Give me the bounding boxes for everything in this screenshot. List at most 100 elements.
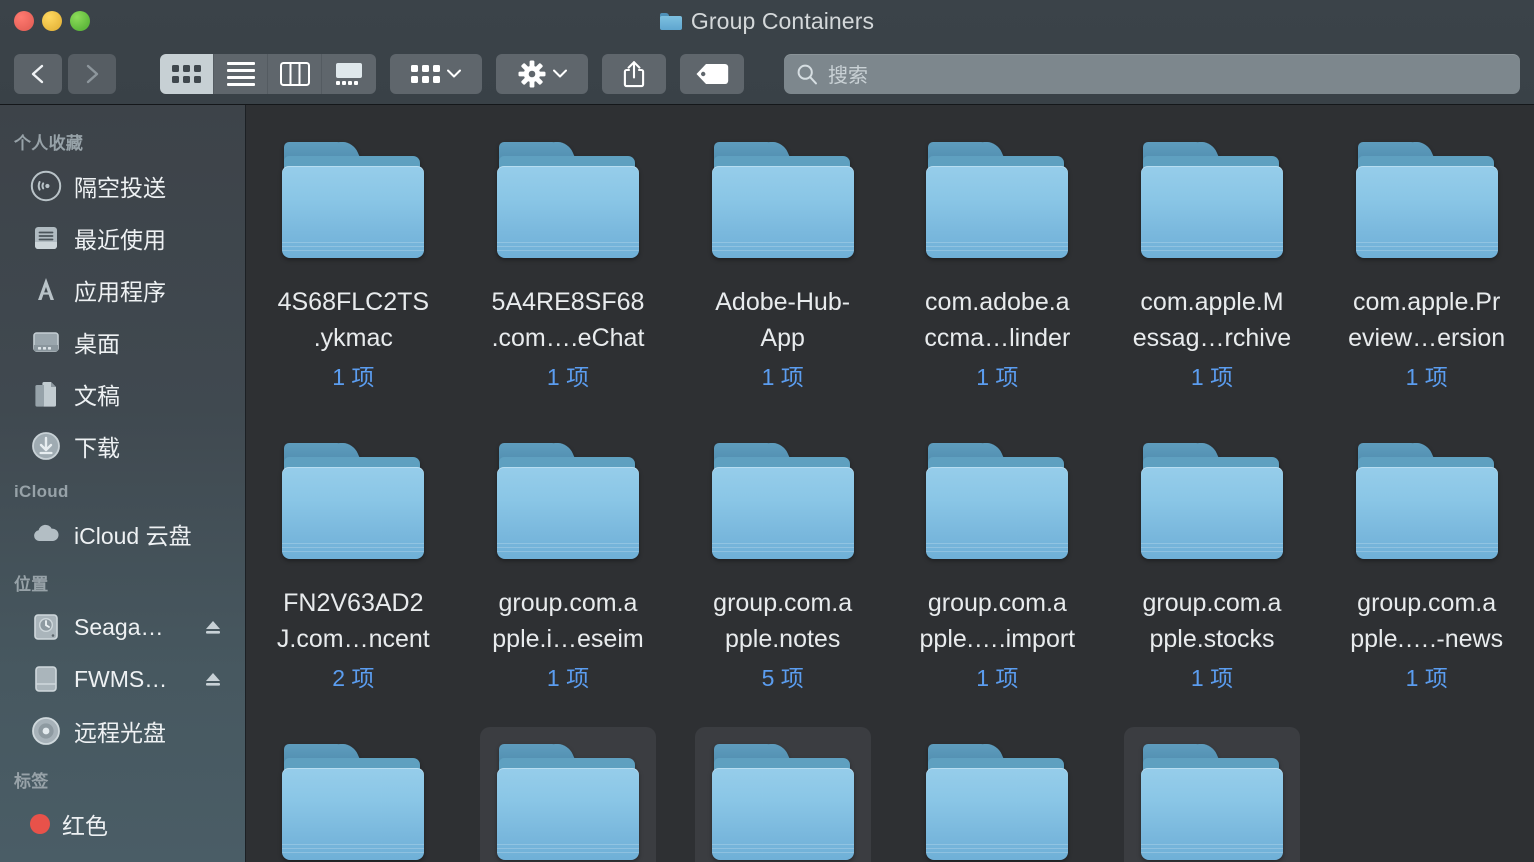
folder-item[interactable]: FN2V63AD2 J.com…ncent 2 项 — [246, 424, 461, 725]
folder-name[interactable]: group.com.a pple.stocks — [1138, 585, 1287, 657]
icon-view-button[interactable] — [160, 53, 214, 94]
folder-item-count: 1 项 — [332, 364, 375, 390]
sidebar-section-tags-title: 标签 — [14, 772, 49, 791]
folder-icon[interactable] — [694, 727, 871, 862]
folder-icon[interactable] — [695, 426, 871, 580]
folder-name[interactable]: 4S68FLC2TS .ykmac — [273, 284, 434, 356]
folder-name-line: group.com.a — [498, 589, 638, 617]
folder-item[interactable]: group.com.apple.V…hared1 项 — [246, 725, 461, 862]
folder-icon[interactable] — [480, 125, 656, 279]
folder-name-line: group.com.a — [1357, 589, 1497, 617]
gear-icon — [518, 60, 545, 87]
back-button[interactable] — [14, 53, 62, 94]
folder-name[interactable]: com.adobe.a ccma…linder — [919, 284, 1075, 356]
folder-name[interactable]: com.apple.Pr eview…ersion — [1343, 284, 1510, 356]
sidebar-item-fwms-drive[interactable]: FWMS… — [0, 653, 245, 705]
folder-item[interactable]: UBF8T346G9.Offi…ration1 项 — [890, 725, 1105, 862]
folder-icon[interactable] — [909, 125, 1085, 279]
folder-labels: Adobe-Hub- App 1 项 — [675, 284, 890, 392]
external-drive-icon — [34, 614, 58, 640]
folder-item[interactable]: group.com.a pple.….-news 1 项 — [1319, 424, 1534, 725]
folder-name-line: essag…rchive — [1132, 324, 1292, 352]
folder-name[interactable]: com.apple.M essag…rchive — [1128, 284, 1296, 356]
folder-name[interactable]: Adobe-Hub- App — [710, 284, 855, 356]
hard-drive-icon — [35, 666, 57, 692]
sidebar-section-icloud-title: iCloud — [14, 482, 69, 501]
folder-icon[interactable] — [909, 727, 1085, 862]
share-button[interactable] — [602, 53, 666, 94]
folder-name-line: pple.….-news — [1350, 625, 1504, 653]
sidebar-item-documents[interactable]: 文稿 — [0, 368, 245, 420]
folder-name[interactable]: group.com.a pple.….-news — [1345, 585, 1508, 657]
window-body: 个人收藏 隔空投送 最近使用 应用程序 桌面 文稿 下载 iCloud iClo… — [0, 105, 1534, 862]
folder-icon[interactable] — [1123, 727, 1300, 862]
folder-name-line: group.com.a — [927, 589, 1067, 617]
folder-icon[interactable] — [1124, 426, 1300, 580]
folder-icon[interactable] — [695, 125, 871, 279]
folder-icon[interactable] — [265, 426, 441, 580]
sidebar-item-seagate-drive[interactable]: Seaga… — [0, 601, 245, 653]
folder-item[interactable]: 5A4RE8SF68 .com….eChat 1 项 — [461, 123, 676, 424]
folder-item[interactable]: group.com.a pple.stocks 1 项 — [1105, 424, 1320, 725]
folder-item[interactable]: group.com.a pple.i…eseim 1 项 — [461, 424, 676, 725]
folder-item[interactable]: UBF8T346G9.Office9 项 — [675, 725, 890, 862]
folder-name[interactable]: group.com.a pple.i…eseim — [487, 585, 648, 657]
folder-item[interactable]: com.apple.M essag…rchive 1 项 — [1105, 123, 1320, 424]
search-field[interactable]: 搜索 — [784, 53, 1520, 94]
sidebar-item-airdrop[interactable]: 隔空投送 — [0, 160, 245, 212]
zoom-button[interactable] — [70, 11, 90, 31]
folder-icon[interactable] — [265, 125, 441, 279]
sidebar-item-label: 应用程序 — [74, 279, 166, 305]
sidebar-item-recents[interactable]: 最近使用 — [0, 212, 245, 264]
documents-icon — [35, 382, 56, 407]
folder-item[interactable]: 4S68FLC2TS .ykmac 1 项 — [246, 123, 461, 424]
sidebar-item-remote-disc[interactable]: 远程光盘 — [0, 705, 245, 757]
folder-labels: 4S68FLC2TS .ykmac 1 项 — [246, 284, 461, 392]
red-tag-icon — [30, 814, 50, 834]
folder-name[interactable]: FN2V63AD2 J.com…ncent — [272, 585, 435, 657]
sidebar-item-label: 远程光盘 — [74, 720, 166, 746]
column-view-button[interactable] — [268, 53, 322, 94]
eject-icon[interactable] — [203, 669, 223, 689]
sidebar-item-applications[interactable]: 应用程序 — [0, 264, 245, 316]
minimize-button[interactable] — [42, 11, 62, 31]
sidebar-item-label: FWMS… — [74, 665, 168, 692]
folder-icon[interactable] — [265, 727, 441, 862]
sidebar[interactable]: 个人收藏 隔空投送 最近使用 应用程序 桌面 文稿 下载 iCloud iClo… — [0, 105, 246, 862]
folder-icon[interactable] — [479, 727, 656, 862]
sidebar-item-red-tag[interactable]: 红色 — [0, 798, 245, 850]
sidebar-item-desktop[interactable]: 桌面 — [0, 316, 245, 368]
navigation-buttons — [14, 53, 116, 94]
folder-item[interactable]: com.apple.Pr eview…ersion 1 项 — [1319, 123, 1534, 424]
folder-item[interactable]: group.com.a pple.notes 5 项 — [675, 424, 890, 725]
folder-name[interactable]: group.com.a pple.….import — [915, 585, 1081, 657]
tags-button[interactable] — [680, 53, 744, 94]
folder-icon[interactable] — [1339, 125, 1515, 279]
folder-name-line: App — [760, 324, 805, 352]
folder-icon[interactable] — [909, 426, 1085, 580]
eject-icon[interactable] — [203, 617, 223, 637]
folder-name[interactable]: group.com.a pple.notes — [708, 585, 857, 657]
folder-item-count: 1 项 — [976, 364, 1019, 390]
folder-item[interactable]: group.com.a pple.….import 1 项 — [890, 424, 1105, 725]
sidebar-item-downloads[interactable]: 下载 — [0, 420, 245, 472]
action-menu-button[interactable] — [496, 53, 588, 94]
file-grid-area[interactable]: 4S68FLC2TS .ykmac 1 项 5A4RE8SF68 .com….eChat… — [246, 105, 1534, 862]
forward-button[interactable] — [68, 53, 116, 94]
gallery-view-button[interactable] — [322, 53, 376, 94]
group-by-button[interactable] — [390, 53, 482, 94]
folder-icon[interactable] — [480, 426, 656, 580]
folder-name-line: 4S68FLC2TS — [277, 288, 430, 316]
folder-item[interactable]: UBF8T346G9.Offi…bHost1 项 — [1105, 725, 1320, 862]
search-icon — [797, 64, 817, 84]
folder-item[interactable]: com.adobe.a ccma…linder 1 项 — [890, 123, 1105, 424]
sidebar-item-icloud-drive[interactable]: iCloud 云盘 — [0, 508, 245, 560]
close-button[interactable] — [14, 11, 34, 31]
folder-item[interactable]: UBF8T346G9.ms2 项 — [461, 725, 676, 862]
list-view-button[interactable] — [214, 53, 268, 94]
folder-icon[interactable] — [1124, 125, 1300, 279]
folder-item[interactable]: Adobe-Hub- App 1 项 — [675, 123, 890, 424]
folder-icon[interactable] — [1339, 426, 1515, 580]
airdrop-icon — [30, 170, 62, 202]
folder-name[interactable]: 5A4RE8SF68 .com….eChat — [487, 284, 650, 356]
